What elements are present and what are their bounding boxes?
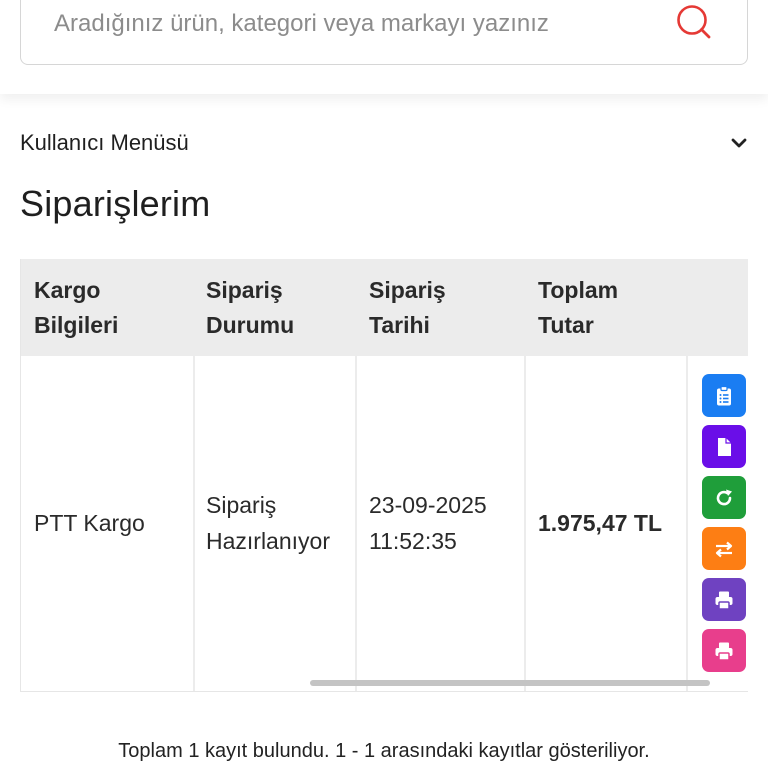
user-menu-toggle[interactable]: Kullanıcı Menüsü xyxy=(20,124,748,164)
cell-status: Sipariş Hazırlanıyor xyxy=(206,492,330,554)
printer-icon xyxy=(715,591,733,610)
cell-total: 1.975,47 TL xyxy=(538,510,663,536)
column-divider xyxy=(686,356,688,691)
site-header xyxy=(0,0,768,94)
reorder-button[interactable] xyxy=(702,476,746,519)
header-order-date: Sipariş Tarihi xyxy=(369,277,446,338)
document-icon xyxy=(718,437,731,456)
invoice-button[interactable] xyxy=(702,425,746,468)
header-cargo-info: Kargo Bilgileri xyxy=(34,277,119,338)
horizontal-scrollbar[interactable] xyxy=(310,680,710,686)
search-icon[interactable] xyxy=(673,1,717,45)
print-label-button[interactable] xyxy=(702,629,746,672)
order-details-button[interactable] xyxy=(702,374,746,417)
return-button[interactable] xyxy=(702,527,746,570)
refresh-icon xyxy=(716,489,732,505)
column-divider xyxy=(355,356,357,691)
cell-cargo: PTT Kargo xyxy=(34,510,145,536)
user-menu-label: Kullanıcı Menüsü xyxy=(20,130,189,155)
search-box xyxy=(20,0,748,65)
printer-icon xyxy=(715,642,733,661)
orders-table[interactable]: Kargo Bilgileri Sipariş Durumu Sipariş T… xyxy=(20,259,748,692)
chevron-down-icon xyxy=(731,138,747,148)
search-input[interactable] xyxy=(54,5,654,43)
exchange-icon xyxy=(715,541,733,557)
cell-date: 23-09-2025 11:52:35 xyxy=(369,492,487,554)
pagination-info: Toplam 1 kayıt bulundu. 1 - 1 arasındaki… xyxy=(118,740,650,762)
print-button[interactable] xyxy=(702,578,746,621)
header-total-amount: Toplam Tutar xyxy=(538,277,619,338)
column-divider xyxy=(524,356,526,691)
header-order-status: Sipariş Durumu xyxy=(206,277,295,338)
clipboard-list-icon xyxy=(717,385,731,405)
page-title: Siparişlerim xyxy=(20,183,211,224)
column-divider xyxy=(193,356,195,691)
